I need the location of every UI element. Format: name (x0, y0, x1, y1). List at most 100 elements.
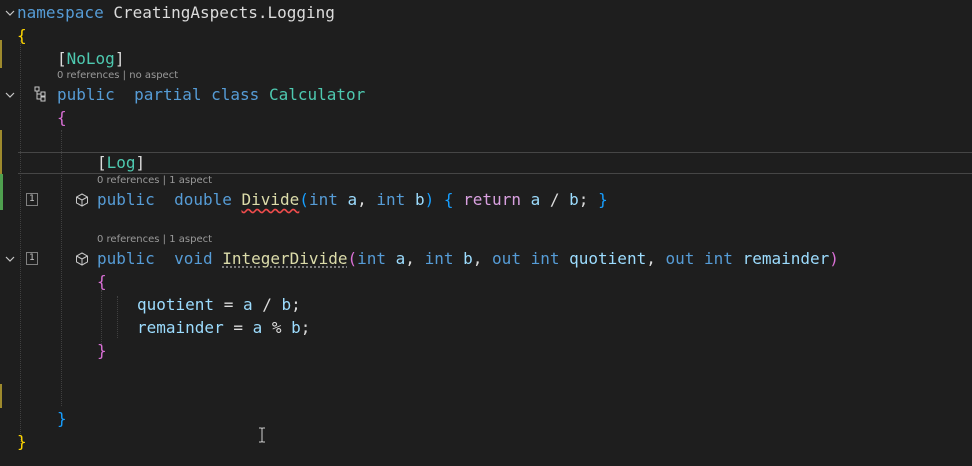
code-line-brace[interactable]: } (57, 408, 67, 430)
keyword: int (530, 249, 560, 268)
brace: { (443, 190, 454, 209)
bracket: ] (135, 153, 146, 172)
attribute-name: NoLog (66, 49, 115, 68)
current-line-highlight (18, 152, 972, 174)
parameter: a (347, 190, 358, 209)
operator: = (214, 295, 243, 314)
semicolon: ; (291, 295, 301, 314)
code-line-brace[interactable]: { (97, 271, 107, 293)
change-marker-unsaved (0, 40, 5, 68)
keyword: namespace (17, 3, 104, 22)
chevron-down-icon[interactable] (5, 254, 15, 264)
keyword: out (492, 249, 521, 268)
open-brace: { (57, 108, 67, 127)
keyword: public (97, 249, 155, 268)
outline-guide (101, 290, 102, 344)
comma: , (405, 249, 415, 268)
comma: , (357, 190, 367, 209)
operator: / (540, 190, 570, 209)
keyword: partial (134, 85, 202, 104)
code-editor[interactable]: 1 1 namespace CreatingAspects.Logging { … (0, 0, 972, 466)
keyword: int (357, 249, 387, 268)
keyword: public (97, 190, 155, 209)
parameter: b (414, 190, 425, 209)
paren: ) (424, 190, 435, 209)
keyword: int (308, 190, 338, 209)
aspect-count-badge[interactable]: 1 (26, 252, 38, 265)
aspect-cube-icon[interactable] (75, 251, 89, 266)
change-marker-unsaved (0, 130, 5, 174)
change-marker-unsaved (0, 384, 5, 408)
code-line-remainder-assignment[interactable]: remainder = a % b; (137, 317, 310, 339)
keyword: public (57, 85, 115, 104)
parameter: b (569, 190, 579, 209)
parameter: a (242, 295, 253, 314)
attribute-name: Log (106, 153, 136, 172)
code-line-integer-divide-method[interactable]: public void IntegerDivide(int a, int b, … (97, 248, 839, 270)
keyword: out (665, 249, 695, 268)
text-cursor-icon (258, 427, 266, 443)
aspect-count-badge[interactable]: 1 (26, 193, 38, 206)
paren: ( (347, 249, 358, 268)
keyword: void (174, 249, 213, 268)
parameter: b (291, 318, 301, 337)
parameter: b (463, 249, 473, 268)
semicolon: ; (578, 190, 589, 209)
namespace-name: CreatingAspects.Logging (113, 3, 335, 22)
parameter: quotient (569, 249, 647, 268)
chevron-down-icon[interactable] (5, 90, 15, 100)
keyword: double (174, 190, 232, 209)
semicolon: ; (300, 318, 311, 337)
comma: , (472, 249, 483, 268)
paren: ) (829, 249, 839, 268)
keyword-return: return (463, 190, 521, 209)
class-name: Calculator (268, 85, 366, 104)
keyword: int (376, 190, 406, 209)
parameter: remainder (742, 249, 830, 268)
codelens-integer-divide[interactable]: 0 references | 1 aspect (97, 234, 212, 246)
bracket: [ (57, 49, 67, 68)
codelens-class[interactable]: 0 references | no aspect (57, 70, 178, 82)
code-line-brace[interactable]: { (17, 25, 27, 47)
code-line-nolog-attribute[interactable]: [NoLog] (57, 48, 124, 70)
variable: quotient (137, 295, 215, 314)
method-name: IntegerDivide (222, 249, 348, 268)
operator: / (252, 295, 282, 314)
aspect-cube-icon[interactable] (75, 192, 89, 207)
close-brace: } (97, 341, 107, 360)
parameter: b (281, 295, 292, 314)
code-line-namespace[interactable]: namespace CreatingAspects.Logging (17, 2, 335, 24)
keyword: class (211, 85, 260, 104)
parameter: a (252, 318, 263, 337)
bracket: [ (97, 153, 107, 172)
chevron-down-icon[interactable] (5, 8, 15, 18)
code-line-brace[interactable]: } (97, 340, 107, 362)
open-brace: { (97, 272, 107, 291)
class-structure-icon[interactable] (34, 86, 48, 102)
variable: remainder (137, 318, 224, 337)
codelens-divide[interactable]: 0 references | 1 aspect (97, 175, 212, 187)
method-name: Divide (241, 190, 300, 209)
outline-guide (20, 40, 21, 444)
close-brace: } (17, 432, 27, 451)
operator: = (223, 318, 253, 337)
comma: , (646, 249, 656, 268)
code-line-brace[interactable]: { (57, 107, 67, 129)
code-line-divide-method[interactable]: public double Divide(int a, int b) { ret… (97, 189, 608, 211)
code-line-class-declaration[interactable]: public partial class Calculator (57, 84, 365, 106)
operator: % (262, 318, 292, 337)
code-line-quotient-assignment[interactable]: quotient = a / b; (137, 294, 301, 316)
parameter: a (530, 190, 541, 209)
brace: } (598, 190, 608, 209)
bracket: ] (114, 49, 125, 68)
keyword: int (704, 249, 733, 268)
parameter: a (395, 249, 406, 268)
keyword: int (424, 249, 454, 268)
change-marker-saved (0, 174, 6, 210)
code-line-log-attribute[interactable]: [Log] (97, 152, 145, 174)
outline-guide (117, 296, 118, 338)
close-brace: } (57, 409, 67, 428)
paren: ( (299, 190, 309, 209)
open-brace: { (17, 26, 27, 45)
code-line-brace[interactable]: } (17, 431, 27, 453)
